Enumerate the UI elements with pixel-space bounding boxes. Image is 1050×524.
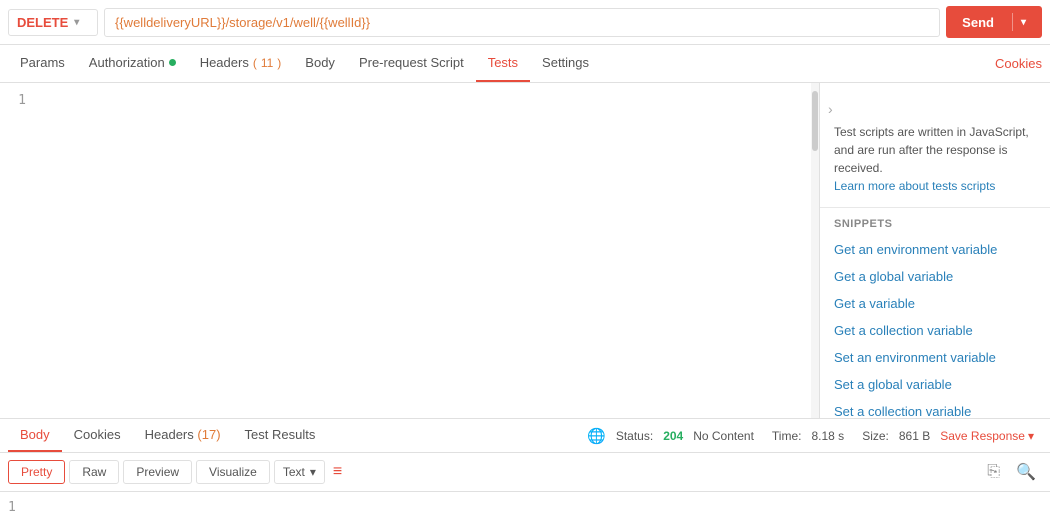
response-tab-cookies[interactable]: Cookies <box>62 419 133 452</box>
response-line-1: 1 <box>8 500 16 515</box>
send-label: Send <box>962 15 1004 30</box>
tab-settings[interactable]: Settings <box>530 45 601 82</box>
send-divider <box>1012 13 1013 31</box>
response-body: 1 <box>0 492 1050 523</box>
response-tab-test-results[interactable]: Test Results <box>233 419 328 452</box>
line-number-1: 1 <box>10 91 26 111</box>
format-raw-btn[interactable]: Raw <box>69 460 119 484</box>
headers-badge-close: ) <box>277 56 281 70</box>
editor-textarea[interactable] <box>36 83 811 418</box>
tab-authorization-label: Authorization <box>89 55 165 70</box>
size-value: 861 B <box>899 429 930 443</box>
panel-expand-icon[interactable]: › <box>828 101 833 117</box>
search-button[interactable]: 🔍 <box>1010 459 1042 485</box>
response-toolbar: Pretty Raw Preview Visualize Text ▾ ≡ ⎘ … <box>0 453 1050 492</box>
editor-area: 1 <box>0 83 820 418</box>
response-tab-body-label: Body <box>20 427 50 442</box>
tab-settings-label: Settings <box>542 55 589 70</box>
editor-scrollbar-thumb <box>812 91 818 151</box>
text-format-label: Text <box>283 465 305 479</box>
tab-params[interactable]: Params <box>8 45 77 82</box>
status-text: No Content <box>693 429 754 443</box>
editor-scrollbar[interactable] <box>811 83 819 418</box>
tab-prerequest-label: Pre-request Script <box>359 55 464 70</box>
response-tabs-row: Body Cookies Headers (17) Test Results 🌐… <box>0 419 1050 453</box>
time-label: Time: <box>772 429 802 443</box>
top-bar: DELETE ▾ Send ▾ <box>0 0 1050 45</box>
send-button[interactable]: Send ▾ <box>946 6 1042 38</box>
format-visualize-btn[interactable]: Visualize <box>196 460 270 484</box>
main-area: 1 › Test scripts are written in JavaScri… <box>0 83 1050 419</box>
size-label: Size: <box>862 429 889 443</box>
text-dropdown-chevron-icon: ▾ <box>310 465 316 479</box>
response-tab-headers-label: Headers <box>145 427 194 442</box>
snippet-item-4[interactable]: Set an environment variable <box>820 344 1050 371</box>
tab-headers-label: Headers <box>200 55 249 70</box>
authorization-dot-icon <box>169 59 176 66</box>
save-response-btn[interactable]: Save Response ▾ <box>940 429 1034 443</box>
url-input[interactable] <box>104 8 940 37</box>
snippets-label: SNIPPETS <box>820 208 1050 236</box>
snippet-item-1[interactable]: Get a global variable <box>820 263 1050 290</box>
request-tabs-row: Params Authorization Headers (11) Body P… <box>0 45 1050 83</box>
response-tab-cookies-label: Cookies <box>74 427 121 442</box>
tab-tests-label: Tests <box>488 55 518 70</box>
response-tab-test-results-label: Test Results <box>245 427 316 442</box>
response-tab-headers[interactable]: Headers (17) <box>133 419 233 452</box>
status-label: Status: <box>616 429 653 443</box>
format-pretty-btn[interactable]: Pretty <box>8 460 65 484</box>
time-value: 8.18 s <box>811 429 844 443</box>
tab-tests[interactable]: Tests <box>476 45 530 82</box>
method-chevron-icon: ▾ <box>74 17 79 28</box>
send-chevron-icon: ▾ <box>1021 17 1026 28</box>
save-response-label: Save Response <box>940 429 1025 443</box>
snippets-info-text: Test scripts are written in JavaScript, … <box>834 125 1029 175</box>
tab-headers[interactable]: Headers (11) <box>188 45 294 82</box>
snippet-item-3[interactable]: Get a collection variable <box>820 317 1050 344</box>
snippet-item-5[interactable]: Set a global variable <box>820 371 1050 398</box>
response-meta: 🌐 Status: 204 No Content Time: 8.18 s Si… <box>579 427 1042 445</box>
status-code: 204 <box>663 429 683 443</box>
response-headers-badge: 17 <box>202 427 216 442</box>
copy-button[interactable]: ⎘ <box>981 460 1006 484</box>
save-response-chevron-icon: ▾ <box>1028 429 1034 443</box>
tab-body[interactable]: Body <box>293 45 347 82</box>
tab-prerequest[interactable]: Pre-request Script <box>347 45 476 82</box>
tab-params-label: Params <box>20 55 65 70</box>
globe-icon: 🌐 <box>587 427 606 445</box>
response-tab-body[interactable]: Body <box>8 419 62 452</box>
cookies-link[interactable]: Cookies <box>995 46 1042 81</box>
snippets-info: Test scripts are written in JavaScript, … <box>820 117 1050 207</box>
editor-line-numbers: 1 <box>0 83 36 418</box>
snippet-item-6[interactable]: Set a collection variable <box>820 398 1050 418</box>
headers-badge-count: 11 <box>261 56 273 70</box>
learn-more-link[interactable]: Learn more about tests scripts <box>834 179 995 193</box>
format-preview-btn[interactable]: Preview <box>123 460 192 484</box>
method-select[interactable]: DELETE ▾ <box>8 9 98 36</box>
headers-badge: ( <box>253 56 257 70</box>
tab-body-label: Body <box>305 55 335 70</box>
tab-authorization[interactable]: Authorization <box>77 45 188 82</box>
snippet-item-2[interactable]: Get a variable <box>820 290 1050 317</box>
snippets-panel: › Test scripts are written in JavaScript… <box>820 83 1050 418</box>
method-label: DELETE <box>17 15 68 30</box>
snippet-item-0[interactable]: Get an environment variable <box>820 236 1050 263</box>
format-lines-icon[interactable]: ≡ <box>333 463 342 481</box>
response-line-numbers: 1 <box>8 500 16 515</box>
text-format-dropdown[interactable]: Text ▾ <box>274 460 325 484</box>
